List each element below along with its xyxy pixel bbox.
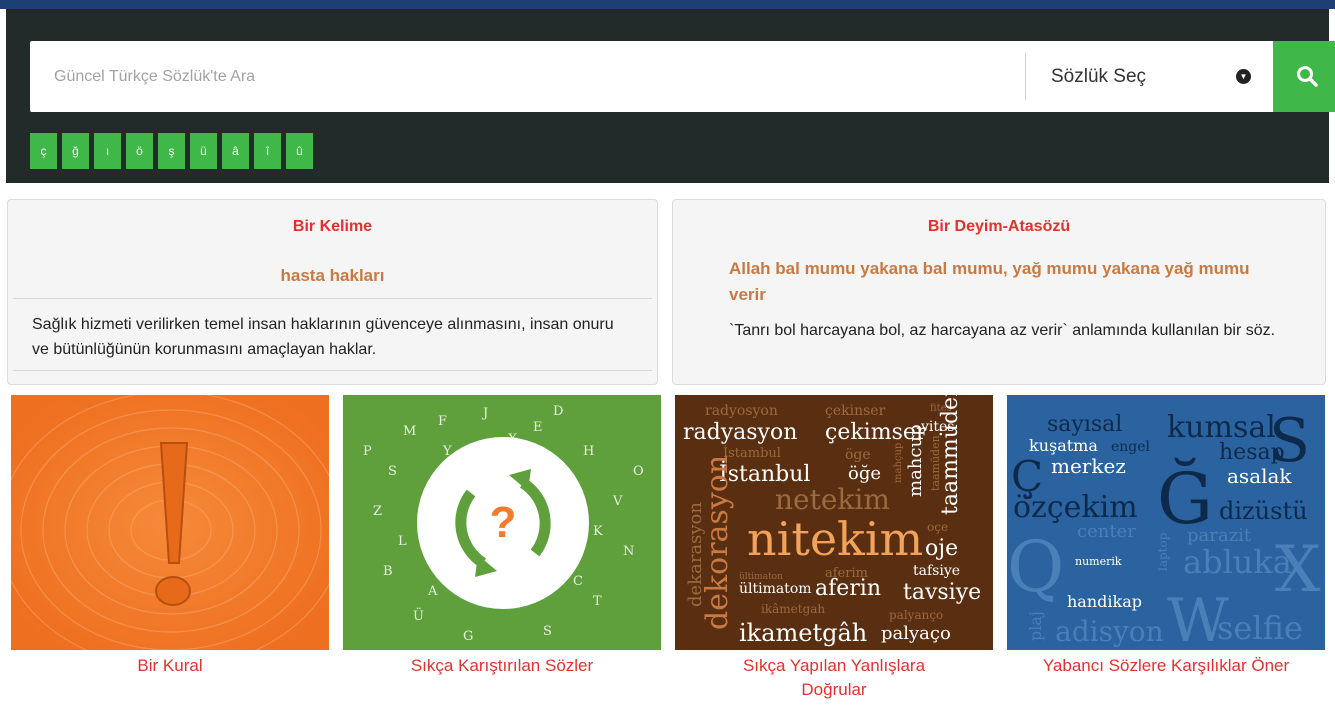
word-cloud-image: sayısal kumsal S kuşatma engel hesap Ç m…	[1007, 395, 1325, 650]
word: oje	[925, 536, 958, 561]
word: özçekim	[1013, 490, 1138, 525]
svg-text:S: S	[388, 464, 397, 479]
search-bar: Sözlük Seç ▼ ç ğ ı ö ş ü â î û	[6, 9, 1335, 183]
card-caption-foreign-words[interactable]: Yabancı Sözlere Karşılıklar Öner	[1007, 654, 1325, 678]
word: radyasyon	[683, 420, 797, 445]
svg-text:A: A	[427, 584, 438, 599]
card-caption-rule[interactable]: Bir Kural	[11, 654, 329, 678]
special-letter-bar: ç ğ ı ö ş ü â î û	[30, 133, 313, 169]
word: Q	[1007, 526, 1064, 608]
word-of-day-panel: Bir Kelime hasta hakları Sağlık hizmeti …	[7, 199, 658, 385]
card-caption-common-mistakes[interactable]: Sıkça Yapılan Yanlışlara Doğrular	[675, 654, 993, 702]
word: oçe	[927, 520, 948, 534]
word: ültimatom	[739, 581, 812, 597]
svg-text:T: T	[593, 594, 602, 609]
svg-text:Ü: Ü	[413, 607, 424, 624]
word: radyosyon	[705, 403, 778, 419]
letter-button[interactable]: ö	[126, 133, 153, 169]
word: ikâmetgah	[761, 602, 825, 616]
word: plaj	[1026, 611, 1045, 641]
word: center	[1077, 521, 1136, 542]
svg-text:J: J	[481, 406, 488, 421]
card-caption-confused-words[interactable]: Sıkça Karıştırılan Sözler	[343, 654, 661, 678]
word: asalak	[1227, 464, 1292, 488]
svg-text:D: D	[553, 404, 563, 419]
word: taammüden	[938, 395, 963, 515]
word-of-day-term[interactable]: hasta hakları	[8, 266, 657, 286]
word: engel	[1111, 439, 1151, 455]
svg-text:K: K	[593, 524, 603, 539]
word: numerik	[1075, 555, 1122, 568]
svg-text:V: V	[612, 494, 623, 509]
svg-text:M: M	[403, 424, 416, 439]
word: handikap	[1067, 592, 1142, 611]
word: adisyon	[1055, 615, 1164, 648]
svg-text:B: B	[383, 564, 393, 579]
word: tafsiye	[913, 563, 960, 579]
word: X	[1275, 533, 1321, 607]
search-input[interactable]	[30, 41, 1000, 112]
word: nitekim	[747, 512, 923, 566]
word: mahçup	[893, 443, 904, 483]
card-confused-words[interactable]: MJE HVN TSG ÜBZ SYR KCA LXD FOP ?	[343, 395, 661, 650]
letter-button[interactable]: ü	[190, 133, 217, 169]
dictionary-select-label: Sözlük Seç	[1051, 66, 1147, 87]
idiom-of-day-panel: Bir Deyim-Atasözü Allah bal mumu yakana …	[672, 199, 1326, 385]
word: tavsiye	[903, 580, 981, 605]
svg-text:E: E	[533, 420, 543, 435]
question-refresh-icon: MJE HVN TSG ÜBZ SYR KCA LXD FOP ?	[343, 395, 661, 650]
letter-button[interactable]: î	[254, 133, 281, 169]
svg-text:F: F	[438, 414, 447, 429]
word: sayısal	[1047, 412, 1122, 437]
divider	[13, 370, 652, 371]
word: mahcup	[905, 424, 926, 497]
letter-button[interactable]: ğ	[62, 133, 89, 169]
word-cloud-image: radyosyon çekinser fites radyasyon çekim…	[675, 395, 993, 650]
card-common-mistakes[interactable]: radyosyon çekinser fites radyasyon çekim…	[675, 395, 993, 650]
letter-button[interactable]: â	[222, 133, 249, 169]
top-stripe	[0, 0, 1335, 9]
word: palyaço	[881, 623, 951, 644]
svg-text:G: G	[463, 629, 473, 644]
word: ikametgâh	[739, 619, 867, 647]
search-button[interactable]	[1273, 41, 1335, 112]
chevron-down-icon: ▼	[1236, 69, 1251, 84]
search-box: Sözlük Seç ▼	[30, 41, 1335, 112]
letter-button[interactable]: ı	[94, 133, 121, 169]
svg-text:L: L	[398, 534, 407, 549]
svg-text:Z: Z	[373, 504, 382, 519]
card-foreign-words[interactable]: sayısal kumsal S kuşatma engel hesap Ç m…	[1007, 395, 1325, 650]
word-of-day-title: Bir Kelime	[292, 218, 373, 235]
word: selfie	[1217, 609, 1303, 647]
word: öge	[845, 447, 871, 463]
word: çekinser	[825, 403, 886, 419]
word: dizüstü	[1219, 497, 1308, 525]
word: merkez	[1051, 454, 1126, 478]
dictionary-select[interactable]: Sözlük Seç ▼	[1025, 53, 1274, 100]
word: laptop	[1156, 532, 1170, 571]
idiom-of-day-title: Bir Deyim-Atasözü	[927, 218, 1071, 235]
divider	[13, 298, 652, 299]
svg-text:H: H	[583, 444, 594, 459]
svg-text:?: ?	[490, 498, 517, 547]
svg-text:O: O	[633, 464, 644, 479]
word: öğe	[848, 463, 881, 484]
word: dekorasyon	[700, 455, 735, 630]
word: palyanço	[889, 608, 943, 622]
word: hesap	[1219, 440, 1285, 465]
svg-text:P: P	[363, 444, 372, 459]
svg-text:C: C	[573, 574, 583, 589]
svg-text:N: N	[623, 544, 634, 559]
letter-button[interactable]: ç	[30, 133, 57, 169]
card-rule[interactable]	[11, 395, 329, 650]
letter-button[interactable]: û	[286, 133, 313, 169]
word-of-day-definition: Sağlık hizmeti verilirken temel insan ha…	[32, 316, 614, 358]
word: aferin	[815, 576, 881, 601]
letter-button[interactable]: ş	[158, 133, 185, 169]
svg-text:S: S	[543, 624, 552, 639]
search-icon	[1297, 66, 1318, 87]
idiom-of-day-term[interactable]: Allah bal mumu yakana bal mumu, yağ mumu…	[729, 256, 1289, 308]
idiom-of-day-definition: `Tanrı bol harcayana bol, az harcayana a…	[729, 322, 1276, 339]
exclamation-icon	[11, 395, 329, 650]
